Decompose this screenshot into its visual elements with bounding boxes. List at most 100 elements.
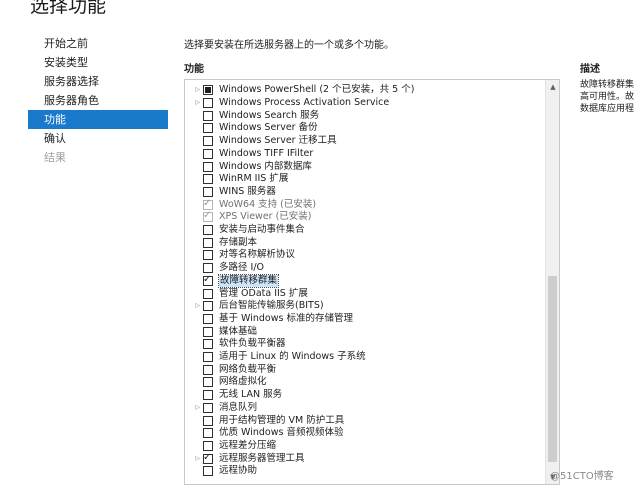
feature-row[interactable]: 网络负载平衡 xyxy=(185,363,546,376)
expand-arrow-icon[interactable]: ▷ xyxy=(185,300,203,312)
feature-row[interactable]: ▷ Windows PowerShell (2 个已安装，共 5 个) xyxy=(185,84,546,97)
feature-row[interactable]: 无线 LAN 服务 xyxy=(185,389,546,402)
feature-label: Windows Search 服务 xyxy=(219,109,320,121)
checkmark-icon: ✓ xyxy=(203,210,212,222)
feature-checkbox[interactable] xyxy=(203,263,213,274)
feature-checkbox[interactable]: ✓ xyxy=(203,273,213,286)
feature-checkbox[interactable] xyxy=(203,402,213,413)
scroll-up-icon[interactable]: ▲ xyxy=(546,80,559,94)
feature-row[interactable]: 网络虚拟化 xyxy=(185,376,546,389)
description-header: 描述 xyxy=(580,64,600,75)
feature-label: Windows PowerShell (2 个已安装，共 5 个) xyxy=(219,84,415,96)
feature-row[interactable]: 安装与启动事件集合 xyxy=(185,224,546,237)
expand-arrow-icon[interactable]: ▷ xyxy=(185,97,203,109)
feature-checkbox: ✓ xyxy=(203,198,213,210)
feature-label: 软件负载平衡器 xyxy=(219,338,286,350)
nav-item-5[interactable]: 确认 xyxy=(28,129,168,148)
feature-label: Windows 内部数据库 xyxy=(219,160,312,172)
nav-item-0[interactable]: 开始之前 xyxy=(28,34,168,53)
feature-row[interactable]: Windows Server 备份 xyxy=(185,122,546,135)
feature-row[interactable]: 基于 Windows 标准的存储管理 xyxy=(185,313,546,326)
nav-item-2[interactable]: 服务器选择 xyxy=(28,72,168,91)
feature-checkbox[interactable] xyxy=(203,466,213,477)
feature-row[interactable]: Windows TIFF IFilter xyxy=(185,148,546,161)
feature-list-scrollbar[interactable]: ▲ ▼ xyxy=(545,80,559,484)
feature-label: 远程协助 xyxy=(219,465,258,477)
description-line: 故障转移群集 xyxy=(580,80,634,90)
feature-row[interactable]: 远程差分压缩 xyxy=(185,440,546,453)
feature-row[interactable]: Windows Server 迁移工具 xyxy=(185,135,546,148)
feature-row[interactable]: ✓ XPS Viewer (已安装) xyxy=(185,210,546,224)
feature-checkbox[interactable] xyxy=(203,186,213,197)
feature-label: WoW64 支持 (已安装) xyxy=(219,198,317,210)
feature-row[interactable]: 存储副本 xyxy=(185,236,546,249)
feature-checkbox[interactable] xyxy=(203,440,213,451)
expand-arrow-icon[interactable]: ▷ xyxy=(185,453,203,465)
description-line: 数据库应用程 xyxy=(580,104,634,114)
scroll-thumb[interactable] xyxy=(548,276,557,462)
feature-row[interactable]: ✓ 故障转移群集 xyxy=(185,273,546,288)
nav-item-1[interactable]: 安装类型 xyxy=(28,53,168,72)
feature-row[interactable]: 媒体基础 xyxy=(185,325,546,338)
feature-row[interactable]: 多路径 I/O xyxy=(185,262,546,275)
feature-row[interactable]: ▷ ✓ 远程服务器管理工具 xyxy=(185,452,546,465)
expand-arrow-icon[interactable]: ▷ xyxy=(185,84,203,96)
partial-check-indicator xyxy=(205,87,211,94)
feature-row[interactable]: 软件负载平衡器 xyxy=(185,338,546,351)
feature-checkbox[interactable] xyxy=(203,415,213,426)
feature-checkbox[interactable] xyxy=(203,364,213,375)
feature-row[interactable]: Windows 内部数据库 xyxy=(185,160,546,173)
feature-label: XPS Viewer (已安装) xyxy=(219,211,312,223)
feature-checkbox[interactable] xyxy=(203,301,213,312)
feature-checkbox: ✓ xyxy=(203,210,213,223)
feature-checkbox[interactable] xyxy=(203,110,213,121)
feature-row[interactable]: ▷ 后台智能传输服务(BITS) xyxy=(185,300,546,313)
feature-checkbox[interactable] xyxy=(203,225,213,236)
feature-row[interactable]: 对等名称解析协议 xyxy=(185,249,546,262)
feature-checkbox[interactable] xyxy=(203,250,213,261)
feature-checkbox[interactable] xyxy=(203,237,213,248)
feature-checkbox[interactable] xyxy=(203,98,213,109)
nav-item-3[interactable]: 服务器角色 xyxy=(28,91,168,110)
feature-row[interactable]: ✓ WoW64 支持 (已安装) xyxy=(185,198,546,211)
feature-label: 故障转移群集 xyxy=(217,273,280,288)
feature-checkbox[interactable] xyxy=(203,161,213,172)
feature-label: Windows TIFF IFilter xyxy=(219,147,314,159)
feature-label: 消息队列 xyxy=(219,401,258,413)
feature-checkbox[interactable] xyxy=(203,136,213,147)
feature-row[interactable]: WinRM IIS 扩展 xyxy=(185,173,546,186)
feature-checkbox[interactable] xyxy=(203,390,213,401)
feature-row[interactable]: 远程协助 xyxy=(185,465,546,478)
feature-checkbox[interactable] xyxy=(203,326,213,337)
feature-checkbox[interactable] xyxy=(203,339,213,350)
feature-label: 远程差分压缩 xyxy=(219,439,277,451)
feature-row[interactable]: 优质 Windows 音频视频体验 xyxy=(185,427,546,440)
feature-checkbox[interactable] xyxy=(203,352,213,363)
checkmark-icon: ✓ xyxy=(203,451,212,463)
feature-row[interactable]: ▷ 消息队列 xyxy=(185,402,546,415)
feature-checkbox[interactable] xyxy=(203,174,213,185)
feature-row[interactable]: ▷ Windows Process Activation Service xyxy=(185,97,546,110)
feature-checkbox[interactable] xyxy=(203,428,213,439)
feature-checkbox[interactable] xyxy=(203,288,213,299)
feature-checkbox[interactable] xyxy=(203,148,213,159)
nav-item-6: 结果 xyxy=(44,151,66,164)
feature-list[interactable]: ▲ ▼ ▷ Windows PowerShell (2 个已安装，共 5 个) ▷ W… xyxy=(184,79,560,485)
feature-row[interactable]: WINS 服务器 xyxy=(185,186,546,199)
feature-row[interactable]: 管理 OData IIS 扩展 xyxy=(185,287,546,300)
expand-arrow-icon[interactable]: ▷ xyxy=(185,402,203,414)
feature-checkbox[interactable] xyxy=(203,85,213,96)
feature-label: WinRM IIS 扩展 xyxy=(219,173,289,185)
feature-row[interactable]: 适用于 Linux 的 Windows 子系统 xyxy=(185,351,546,364)
feature-row[interactable]: 用于结构管理的 VM 防护工具 xyxy=(185,414,546,427)
feature-checkbox[interactable] xyxy=(203,123,213,134)
feature-row[interactable]: Windows Search 服务 xyxy=(185,109,546,122)
feature-label: WINS 服务器 xyxy=(219,185,276,197)
feature-checkbox[interactable] xyxy=(203,377,213,388)
feature-checkbox[interactable]: ✓ xyxy=(203,451,213,464)
feature-label: 多路径 I/O xyxy=(219,262,264,274)
feature-label: 存储副本 xyxy=(219,236,258,248)
checkmark-icon: ✓ xyxy=(203,273,212,285)
feature-checkbox[interactable] xyxy=(203,313,213,324)
nav-item-4[interactable]: 功能 xyxy=(28,110,168,129)
